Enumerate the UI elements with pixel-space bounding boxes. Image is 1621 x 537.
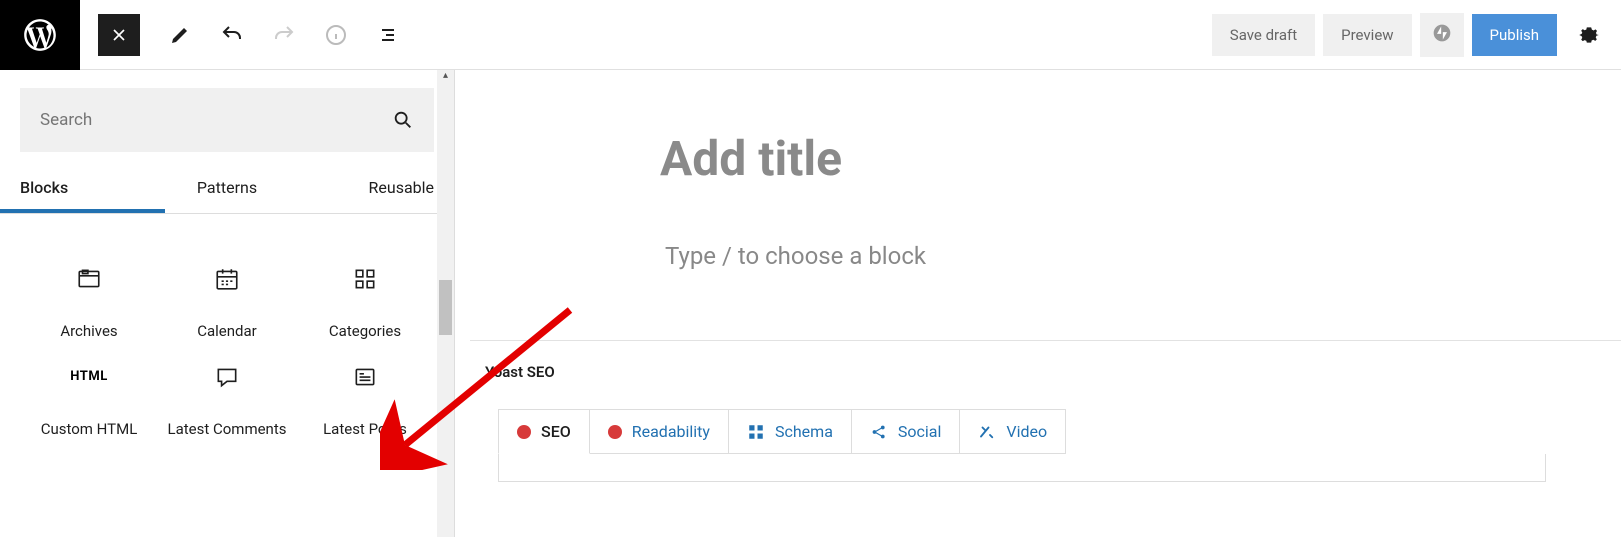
share-icon (870, 423, 888, 441)
edit-icon[interactable] (168, 23, 192, 47)
block-archives[interactable]: Archives (20, 264, 158, 342)
undo-icon[interactable] (220, 23, 244, 47)
search-icon (392, 109, 414, 131)
block-label: Categories (296, 322, 434, 342)
yoast-tab-video[interactable]: Video (959, 409, 1066, 454)
yoast-tabs: SEO Readability Schema Social Video (498, 409, 1621, 454)
info-icon[interactable] (324, 23, 348, 47)
yoast-tab-label: Readability (632, 422, 710, 441)
yoast-tab-readability[interactable]: Readability (589, 409, 729, 454)
video-icon (978, 423, 996, 441)
jetpack-button[interactable] (1420, 13, 1464, 57)
block-custom-html[interactable]: HTML Custom HTML (20, 362, 158, 440)
calendar-icon (214, 266, 240, 292)
scrollbar-thumb[interactable] (439, 280, 452, 335)
save-draft-button[interactable]: Save draft (1212, 14, 1315, 56)
yoast-panel: Yoast SEO SEO Readability Schema Social (470, 340, 1621, 482)
preview-button[interactable]: Preview (1323, 14, 1411, 56)
toolbar-tools (168, 23, 400, 47)
block-label: Custom HTML (20, 420, 158, 440)
block-label: Latest Comments (158, 420, 296, 440)
block-label: Latest Posts (296, 420, 434, 440)
settings-gear-icon[interactable] (1569, 15, 1609, 55)
comment-icon (214, 364, 240, 390)
yoast-tab-seo[interactable]: SEO (498, 409, 590, 454)
search-input[interactable] (40, 110, 392, 130)
block-categories[interactable]: Categories (296, 264, 434, 342)
status-dot-icon (517, 425, 531, 439)
topbar-right-buttons: Save draft Preview Publish (1212, 13, 1557, 57)
publish-button[interactable]: Publish (1472, 14, 1557, 56)
editor-topbar: Save draft Preview Publish (0, 0, 1621, 70)
inserter-tabs: Blocks Patterns Reusable (0, 164, 454, 214)
yoast-tab-body (498, 454, 1546, 482)
html-icon: HTML (70, 369, 107, 384)
block-latest-comments[interactable]: Latest Comments (158, 362, 296, 440)
posts-icon (352, 364, 378, 390)
tab-reusable[interactable]: Reusable (289, 164, 454, 213)
block-label: Calendar (158, 322, 296, 342)
close-inserter-button[interactable] (98, 14, 140, 56)
categories-icon (352, 266, 378, 292)
wp-logo[interactable] (0, 0, 80, 70)
block-inserter-panel: Blocks Patterns Reusable Archives Calend… (0, 70, 455, 537)
outline-icon[interactable] (376, 23, 400, 47)
editor-canvas: Add title Type / to choose a block Yoast… (455, 70, 1621, 537)
block-calendar[interactable]: Calendar (158, 264, 296, 342)
block-search[interactable] (20, 88, 434, 152)
yoast-panel-title: Yoast SEO (485, 363, 1621, 381)
post-body-placeholder[interactable]: Type / to choose a block (665, 242, 1621, 270)
redo-icon[interactable] (272, 23, 296, 47)
block-label: Archives (20, 322, 158, 342)
inserter-scrollbar[interactable]: ▴ (437, 70, 454, 537)
post-title-input[interactable]: Add title (660, 130, 1621, 187)
yoast-tab-label: Social (898, 422, 941, 441)
grid-icon (747, 423, 765, 441)
scroll-up-arrow[interactable]: ▴ (437, 70, 454, 81)
yoast-tab-schema[interactable]: Schema (728, 409, 852, 454)
tab-patterns[interactable]: Patterns (165, 164, 290, 213)
yoast-tab-social[interactable]: Social (851, 409, 960, 454)
yoast-tab-label: Video (1006, 422, 1047, 441)
archives-icon (76, 266, 102, 292)
block-latest-posts[interactable]: Latest Posts (296, 362, 434, 440)
status-dot-icon (608, 425, 622, 439)
tab-blocks[interactable]: Blocks (0, 164, 165, 213)
blocks-grid: Archives Calendar Categories HTML Custom… (0, 214, 454, 449)
yoast-tab-label: SEO (541, 422, 571, 441)
yoast-tab-label: Schema (775, 422, 833, 441)
